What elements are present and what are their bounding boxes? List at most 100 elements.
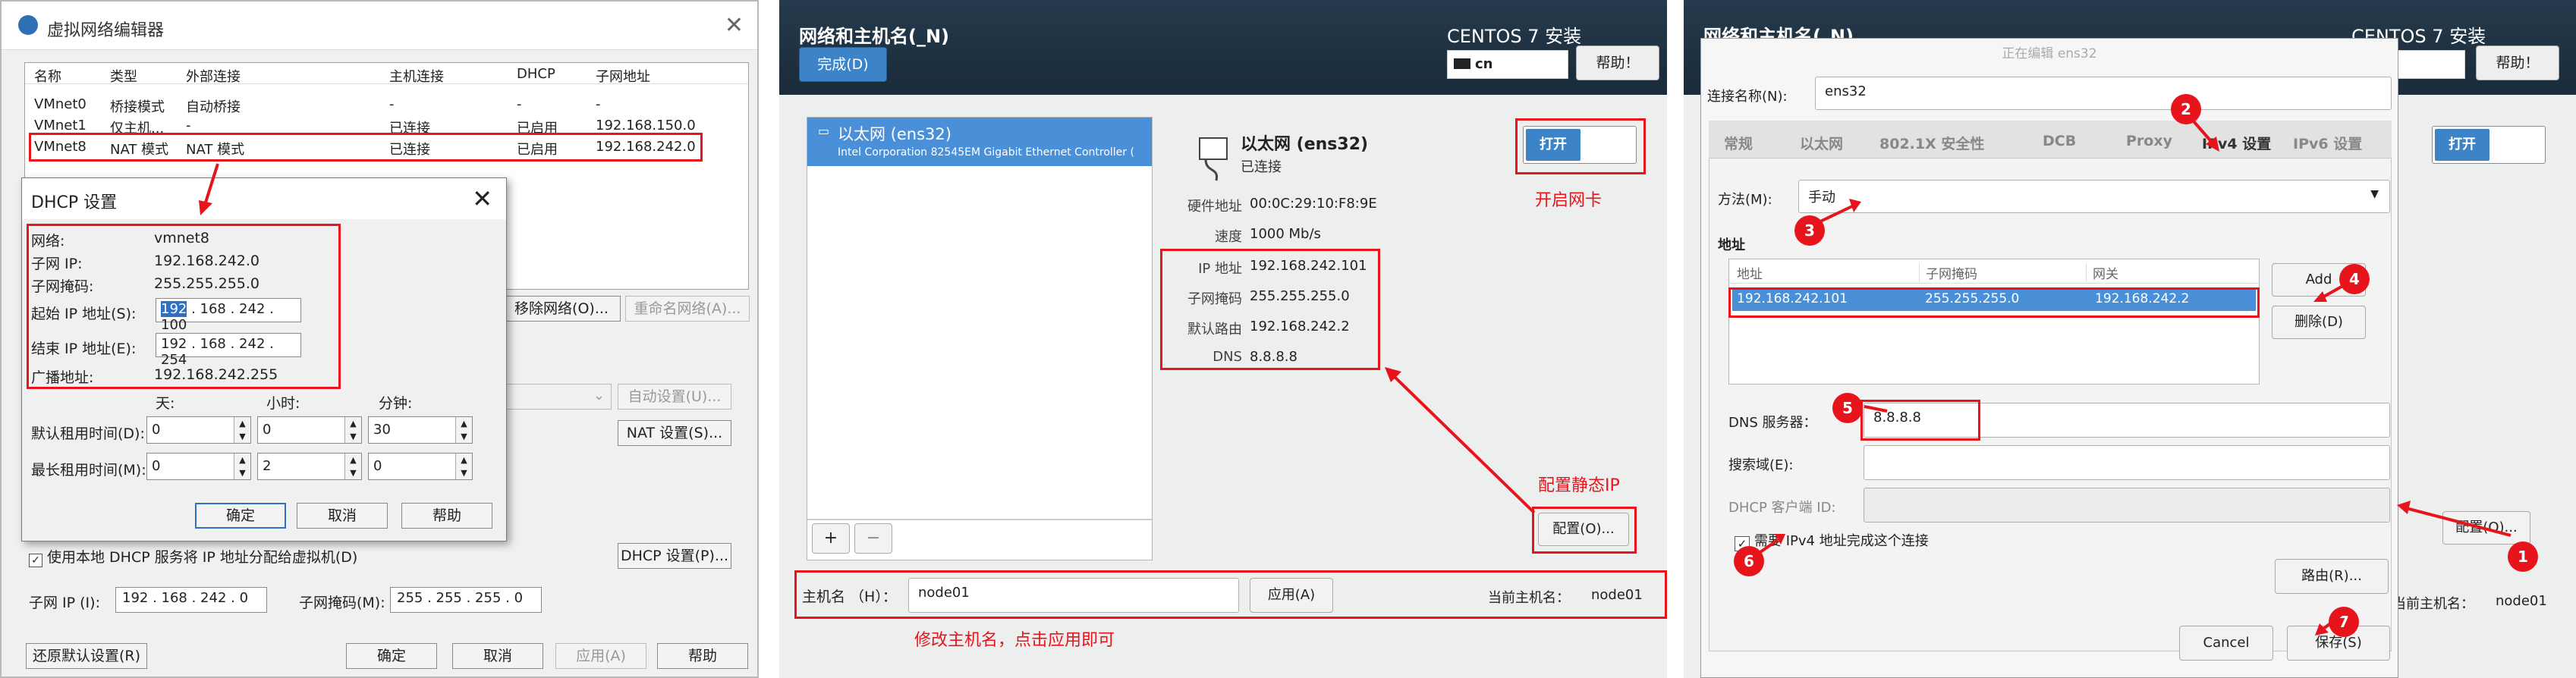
default-lease-hours-spinner[interactable]: 0 ▲ ▼ bbox=[257, 416, 362, 444]
tab-[interactable]: 以太网 bbox=[1800, 133, 1843, 153]
search-domain-input[interactable] bbox=[1864, 445, 2390, 480]
external-adapter-select[interactable]: ⌄ bbox=[502, 384, 612, 410]
spinner-arrows-icon[interactable]: ▲ ▼ bbox=[455, 454, 472, 479]
column-header[interactable]: 类型 bbox=[110, 66, 182, 86]
address-section-title: 地址 bbox=[1718, 237, 1745, 253]
method-select[interactable]: 手动 ▼ bbox=[1798, 180, 2390, 213]
subnet-mask-input[interactable]: 255 . 255 . 255 . 0 bbox=[390, 587, 542, 613]
dhcp-help-button[interactable]: 帮助 bbox=[401, 503, 492, 529]
help-button[interactable]: 帮助 bbox=[657, 643, 748, 669]
open-nic-annotation: 开启网卡 bbox=[1535, 191, 1603, 210]
step-badge-4: 4 bbox=[2339, 264, 2370, 294]
spinner-arrows-icon[interactable]: ▲ ▼ bbox=[234, 454, 250, 479]
window-title: 虚拟网络编辑器 bbox=[47, 21, 165, 40]
dhcp-cancel-button[interactable]: 取消 bbox=[297, 503, 388, 529]
hw-address-key: 硬件地址 bbox=[1187, 199, 1242, 215]
tab-ipv6[interactable]: IPv6 设置 bbox=[2293, 133, 2362, 153]
switch-on-label: 打开 bbox=[2435, 129, 2490, 161]
column-header[interactable]: 外部连接 bbox=[186, 66, 398, 86]
column-header[interactable]: 主机连接 bbox=[389, 66, 511, 86]
close-icon[interactable]: ✕ bbox=[472, 184, 492, 213]
connection-status: 已连接 bbox=[1241, 159, 1282, 175]
routes-button[interactable]: 路由(R)... bbox=[2275, 559, 2389, 594]
installer-name: CENTOS 7 安装 bbox=[1447, 26, 1582, 47]
subnet-ip-input[interactable]: 192 . 168 . 242 . 0 bbox=[115, 587, 267, 613]
spinner-arrows-icon[interactable]: ▲ ▼ bbox=[344, 454, 361, 479]
restore-defaults-button[interactable]: 还原默认设置(R) bbox=[26, 643, 147, 669]
remove-device-button[interactable]: − bbox=[854, 523, 892, 554]
done-button[interactable]: 完成(D) bbox=[799, 47, 887, 82]
current-hostname-label: 当前主机名： bbox=[2392, 596, 2474, 612]
dhcp-checkbox[interactable]: ✓ 使用本地 DHCP 服务将 IP 地址分配给虚拟机(D) bbox=[29, 546, 357, 567]
ok-button[interactable]: 确定 bbox=[346, 643, 437, 669]
delete-address-button[interactable]: 删除(D) bbox=[2272, 306, 2366, 339]
editor-title: 正在编辑 ens32 bbox=[2002, 46, 2097, 61]
remove-network-button[interactable]: 移除网络(O)... bbox=[502, 296, 621, 322]
switch-highlight-box bbox=[1515, 118, 1646, 174]
apply-button[interactable]: 应用(A) bbox=[555, 643, 646, 669]
connection-name-input[interactable]: ens32 bbox=[1815, 77, 2392, 110]
default-lease-minutes-spinner[interactable]: 30 ▲ ▼ bbox=[368, 416, 473, 444]
tab-[interactable]: 常规 bbox=[1724, 133, 1753, 153]
gateway-col-header: 网关 bbox=[2086, 263, 2118, 282]
default-lease-days-spinner[interactable]: 0 ▲ ▼ bbox=[146, 416, 251, 444]
dns-highlight-box bbox=[1860, 400, 1980, 441]
auto-settings-button[interactable]: 自动设置(U)... bbox=[618, 384, 731, 410]
dhcp-dialog-title: DHCP 设置 bbox=[31, 193, 118, 212]
keyboard-layout-indicator[interactable]: cn bbox=[1447, 50, 1568, 79]
tab-proxy[interactable]: Proxy bbox=[2126, 133, 2172, 149]
hostname-annotation: 修改主机名，点击应用即可 bbox=[914, 631, 1115, 650]
column-header[interactable]: 名称 bbox=[34, 66, 106, 86]
tab-dcb[interactable]: DCB bbox=[2043, 133, 2076, 149]
dhcp-checkbox-label: 使用本地 DHCP 服务将 IP 地址分配给虚拟机(D) bbox=[47, 549, 358, 566]
spinner-value: 0 bbox=[152, 458, 161, 474]
ip-info-highlight-box bbox=[1160, 249, 1380, 370]
hours-column-label: 小时: bbox=[266, 395, 300, 412]
max-lease-hours-spinner[interactable]: 2 ▲ ▼ bbox=[257, 453, 362, 480]
method-label: 方法(M): bbox=[1718, 192, 1772, 208]
column-header[interactable]: 子网地址 bbox=[596, 66, 717, 86]
cancel-button[interactable]: Cancel bbox=[2179, 626, 2273, 661]
dhcp-ok-button[interactable]: 确定 bbox=[195, 503, 286, 529]
nic-enable-switch[interactable]: 打开 bbox=[2432, 126, 2546, 164]
configure-highlight-box bbox=[1532, 507, 1637, 554]
spinner-value: 0 bbox=[373, 458, 382, 474]
detail-device-name: 以太网 (ens32) bbox=[1241, 135, 1369, 154]
step-badge-7: 7 bbox=[2329, 607, 2359, 637]
spinner-arrows-icon[interactable]: ▲ ▼ bbox=[234, 417, 250, 443]
dhcp-client-id-input[interactable] bbox=[1864, 488, 2390, 523]
max-lease-days-spinner[interactable]: 0 ▲ ▼ bbox=[146, 453, 251, 480]
help-button[interactable]: 帮助！ bbox=[2476, 46, 2559, 80]
configure-button[interactable]: 配置(O)... bbox=[2442, 511, 2530, 545]
window-titlebar: 虚拟网络编辑器 ✕ bbox=[2, 2, 757, 50]
dhcp-dialog-titlebar: DHCP 设置 ✕ bbox=[22, 178, 506, 219]
connection-editor-dialog: 正在编辑 ens32 连接名称(N): ens32 常规 以太网 802.1X 安全… bbox=[1700, 38, 2398, 678]
table-cell: - bbox=[186, 118, 191, 133]
device-list-item-ens32[interactable]: ▭ 以太网 (ens32) Intel Corporation 82545EM … bbox=[807, 118, 1152, 166]
ethernet-cable-icon bbox=[1197, 137, 1230, 182]
address-row-highlight-box bbox=[1728, 287, 2260, 318]
table-row[interactable]: VMnet0 桥接模式 自动桥接 - - - bbox=[25, 93, 748, 115]
step-badge-3: 3 bbox=[1794, 215, 1825, 246]
cancel-button[interactable]: 取消 bbox=[452, 643, 543, 669]
speed-value: 1000 Mb/s bbox=[1250, 226, 1321, 242]
nat-settings-button[interactable]: NAT 设置(S)... bbox=[618, 420, 731, 446]
table-cell: - bbox=[389, 96, 395, 112]
spinner-arrows-icon[interactable]: ▲ ▼ bbox=[344, 417, 361, 443]
column-header[interactable]: DHCP bbox=[517, 66, 589, 82]
help-button[interactable]: 帮助！ bbox=[1576, 46, 1659, 80]
require-ipv4-checkbox[interactable]: ✓ 需要 IPv4 地址完成这个连接 bbox=[1735, 530, 1929, 551]
default-lease-label: 默认租用时间(D): bbox=[31, 425, 145, 442]
spinner-arrows-icon[interactable]: ▲ ▼ bbox=[455, 417, 472, 443]
tab-ipv4[interactable]: IPv4 设置 bbox=[2202, 133, 2271, 153]
tab-802-1x[interactable]: 802.1X 安全性 bbox=[1879, 133, 1984, 153]
static-ip-annotation: 配置静态IP bbox=[1538, 476, 1620, 495]
rename-network-button[interactable]: 重命名网络(A)... bbox=[625, 296, 750, 322]
add-device-button[interactable]: + bbox=[812, 523, 850, 554]
dhcp-settings-button[interactable]: DHCP 设置(P)... bbox=[618, 543, 731, 569]
max-lease-minutes-spinner[interactable]: 0 ▲ ▼ bbox=[368, 453, 473, 480]
require-ipv4-label: 需要 IPv4 地址完成这个连接 bbox=[1754, 533, 1929, 549]
close-icon[interactable]: ✕ bbox=[725, 12, 744, 39]
keyboard-icon bbox=[1454, 58, 1470, 69]
step-badge-6: 6 bbox=[1734, 546, 1764, 576]
